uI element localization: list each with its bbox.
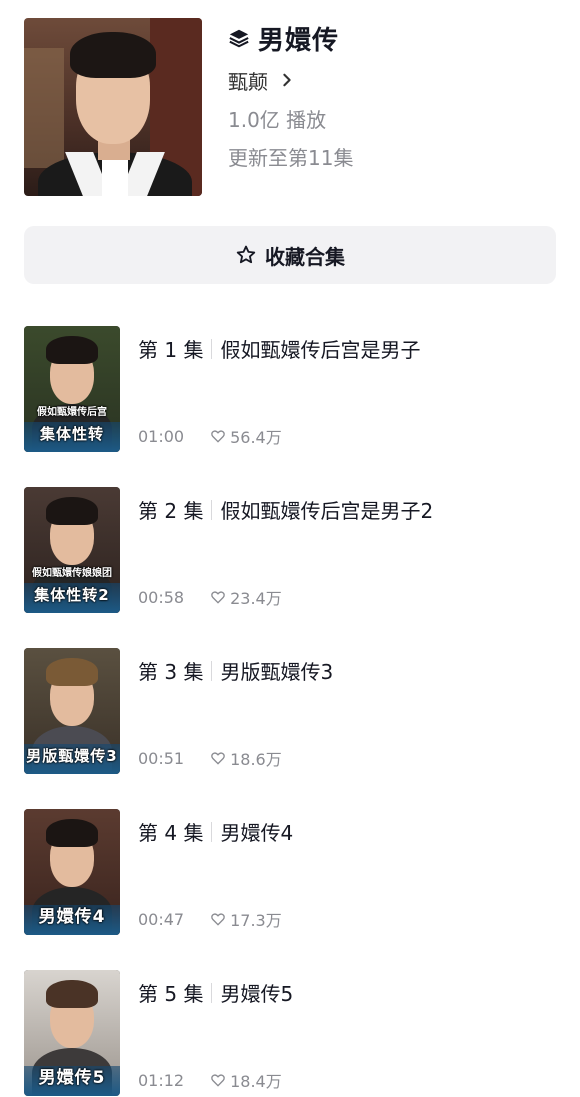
episode-item[interactable]: 假如甄嬛传娘娘团 集体性转2 第 2 集 假如甄嬛传后宫是男子2 00:58 2… bbox=[24, 487, 556, 613]
episode-title-text: 假如甄嬛传后宫是男子2 bbox=[220, 499, 434, 523]
heart-outline-icon bbox=[211, 913, 225, 926]
episode-duration: 00:51 bbox=[138, 748, 185, 768]
episode-item[interactable]: 假如甄嬛传后宫 集体性转 第 1 集 假如甄嬛传后宫是男子 01:00 56.4… bbox=[24, 326, 556, 452]
episode-item[interactable]: 男版甄嬛传3 第 3 集 男版甄嬛传3 00:51 18.6万 bbox=[24, 648, 556, 774]
episode-meta: 00:51 18.6万 bbox=[138, 746, 282, 770]
episode-thumbnail[interactable]: 男版甄嬛传3 bbox=[24, 648, 120, 774]
layers-icon bbox=[229, 29, 249, 48]
title-divider bbox=[211, 499, 213, 520]
collection-info: 男嬛传 甄颠 1.0亿 播放 更新至第11集 bbox=[228, 18, 548, 176]
episode-likes: 18.4万 bbox=[230, 1072, 282, 1091]
episode-title[interactable]: 第 3 集 男版甄嬛传3 bbox=[138, 656, 548, 685]
chevron-right-icon[interactable] bbox=[280, 73, 294, 87]
episode-title[interactable]: 第 5 集 男嬛传5 bbox=[138, 978, 548, 1007]
update-status: 更新至第11集 bbox=[228, 146, 354, 170]
episode-likes: 18.6万 bbox=[230, 750, 282, 769]
episode-meta: 01:00 56.4万 bbox=[138, 424, 282, 448]
collection-page: 男嬛传 甄颠 1.0亿 播放 更新至第11集 收藏合集 假如甄嬛传后宫 集体性转… bbox=[0, 0, 580, 1097]
episode-meta: 00:58 23.4万 bbox=[138, 585, 282, 609]
episode-item[interactable]: 男嬛传5 第 5 集 男嬛传5 01:12 18.4万 bbox=[24, 970, 556, 1096]
episode-duration: 00:47 bbox=[138, 909, 185, 929]
thumb-caption-main: 男版甄嬛传3 bbox=[26, 747, 118, 765]
thumb-caption-top: 假如甄嬛传后宫 bbox=[37, 407, 107, 418]
thumb-caption-main: 男嬛传5 bbox=[38, 1068, 106, 1088]
episode-meta: 00:47 17.3万 bbox=[138, 907, 282, 931]
collection-title: 男嬛传 bbox=[258, 25, 340, 56]
heart-outline-icon bbox=[211, 430, 225, 443]
author-link[interactable]: 甄颠 bbox=[228, 60, 548, 100]
thumb-caption-main: 男嬛传4 bbox=[38, 907, 106, 927]
thumb-caption-main: 集体性转 bbox=[39, 425, 104, 443]
episode-title-text: 假如甄嬛传后宫是男子 bbox=[220, 338, 421, 362]
star-outline-icon bbox=[236, 245, 256, 264]
episode-title[interactable]: 第 4 集 男嬛传4 bbox=[138, 817, 548, 846]
author-name[interactable]: 甄颠 bbox=[228, 66, 268, 95]
title-divider bbox=[211, 821, 213, 842]
episode-likes: 17.3万 bbox=[230, 911, 282, 930]
heart-outline-icon bbox=[211, 1074, 225, 1087]
episode-thumbnail[interactable]: 男嬛传5 bbox=[24, 970, 120, 1096]
episode-meta: 01:12 18.4万 bbox=[138, 1068, 282, 1092]
episode-item[interactable]: 男嬛传4 第 4 集 男嬛传4 00:47 17.3万 bbox=[24, 809, 556, 935]
episode-number: 第 4 集 bbox=[138, 821, 204, 845]
episode-thumbnail[interactable]: 男嬛传4 bbox=[24, 809, 120, 935]
collection-header: 男嬛传 甄颠 1.0亿 播放 更新至第11集 bbox=[24, 18, 556, 196]
episode-likes: 56.4万 bbox=[230, 428, 282, 447]
episode-duration: 00:58 bbox=[138, 587, 185, 607]
title-divider bbox=[211, 660, 213, 681]
collection-title-row: 男嬛传 bbox=[228, 18, 548, 58]
collection-cover-image[interactable] bbox=[24, 18, 202, 196]
episode-duration: 01:00 bbox=[138, 426, 185, 446]
episode-likes: 23.4万 bbox=[230, 589, 282, 608]
heart-outline-icon bbox=[211, 591, 225, 604]
episode-number: 第 1 集 bbox=[138, 338, 204, 362]
episode-thumbnail[interactable]: 假如甄嬛传娘娘团 集体性转2 bbox=[24, 487, 120, 613]
thumb-caption-top: 假如甄嬛传娘娘团 bbox=[32, 568, 112, 579]
collect-button-label: 收藏合集 bbox=[265, 244, 345, 269]
play-count: 1.0亿 播放 bbox=[228, 108, 327, 132]
title-divider bbox=[211, 982, 213, 1003]
episode-title-text: 男版甄嬛传3 bbox=[220, 660, 334, 684]
collect-button[interactable]: 收藏合集 bbox=[24, 226, 556, 284]
episode-title-text: 男嬛传5 bbox=[220, 982, 294, 1006]
episode-number: 第 2 集 bbox=[138, 499, 204, 523]
episode-thumbnail[interactable]: 假如甄嬛传后宫 集体性转 bbox=[24, 326, 120, 452]
episode-duration: 01:12 bbox=[138, 1070, 185, 1090]
episode-title-text: 男嬛传4 bbox=[220, 821, 294, 845]
episode-title[interactable]: 第 2 集 假如甄嬛传后宫是男子2 bbox=[138, 495, 548, 524]
title-divider bbox=[211, 338, 213, 359]
episode-number: 第 5 集 bbox=[138, 982, 204, 1006]
episode-title[interactable]: 第 1 集 假如甄嬛传后宫是男子 bbox=[138, 334, 548, 363]
episode-number: 第 3 集 bbox=[138, 660, 204, 684]
thumb-caption-main: 集体性转2 bbox=[34, 586, 110, 604]
heart-outline-icon bbox=[211, 752, 225, 765]
